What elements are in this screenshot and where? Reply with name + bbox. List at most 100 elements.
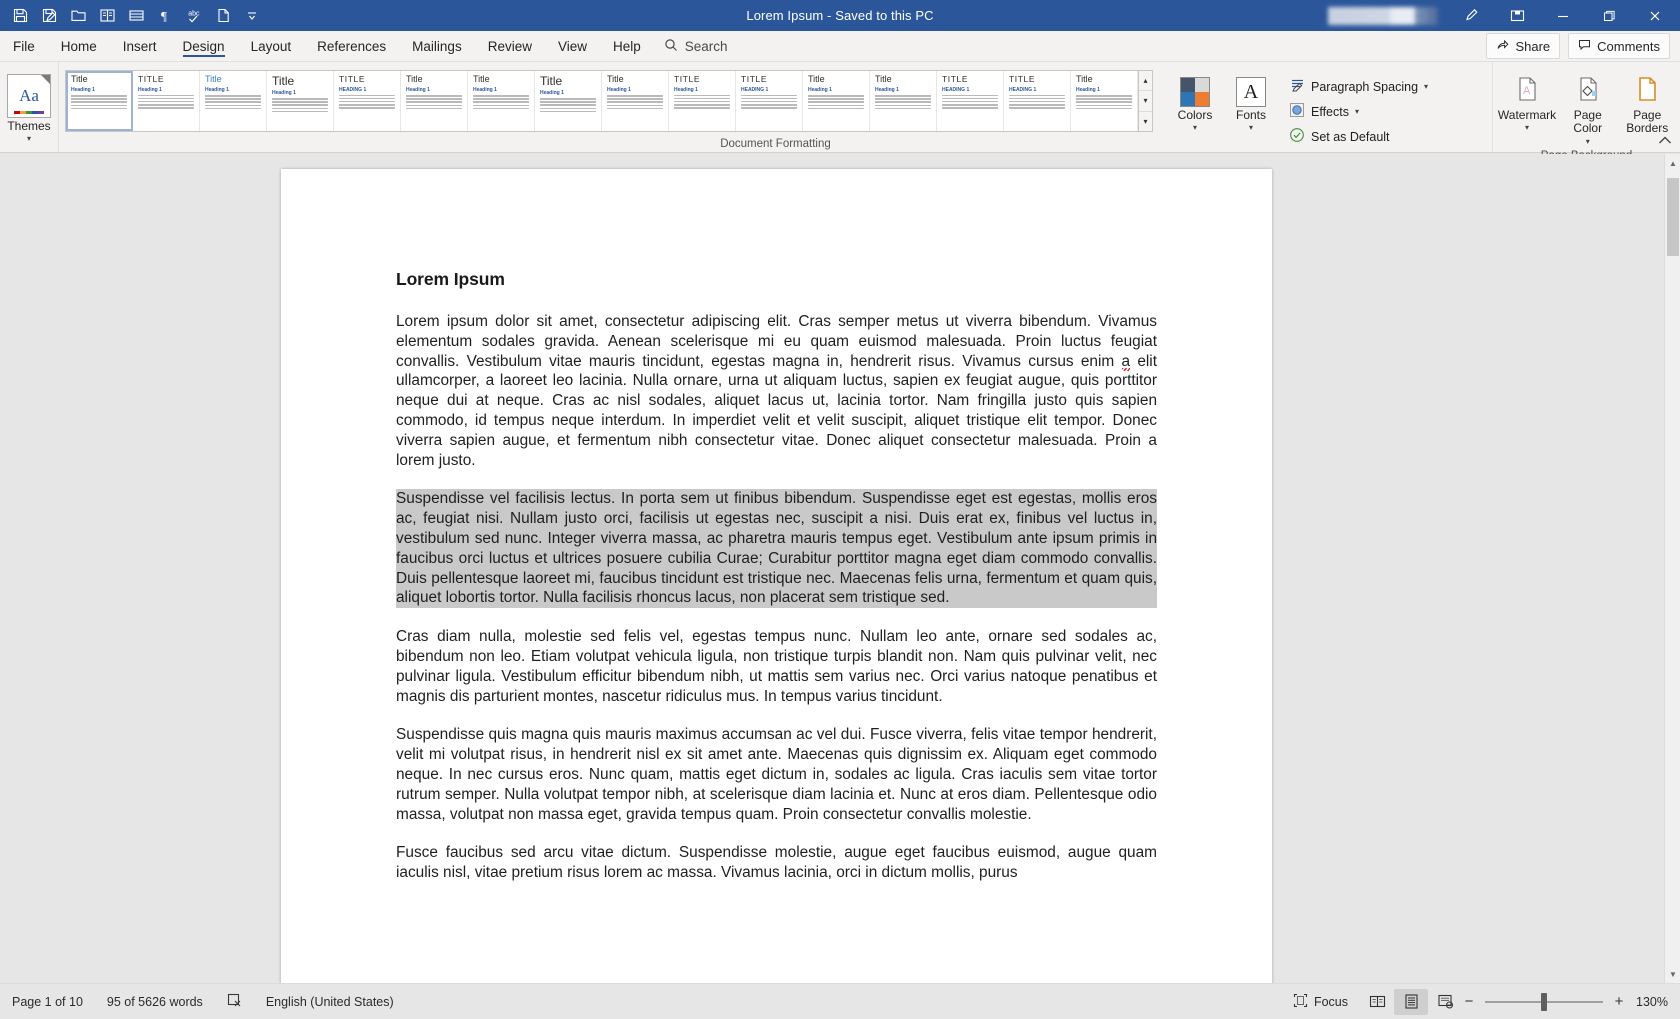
- style-set-preview-lines: [1009, 94, 1065, 109]
- style-set-item[interactable]: Title Heading 1: [200, 71, 267, 131]
- collapse-ribbon-icon[interactable]: [1658, 134, 1672, 148]
- effects-icon: [1289, 102, 1305, 121]
- style-set-item[interactable]: TITLE HEADING 1: [736, 71, 803, 131]
- style-set-item[interactable]: Title Heading 1: [803, 71, 870, 131]
- zoom-in-button[interactable]: +: [1612, 993, 1626, 1010]
- theme-fonts-button[interactable]: A Fonts ▾: [1223, 74, 1279, 134]
- search-box[interactable]: Search: [654, 31, 738, 61]
- document-canvas[interactable]: Lorem Ipsum Lorem ipsum dolor sit amet, …: [0, 154, 1680, 983]
- zoom-out-button[interactable]: −: [1462, 993, 1476, 1010]
- web-layout-view-button[interactable]: [1428, 989, 1462, 1015]
- open-folder-icon[interactable]: [65, 4, 91, 28]
- themes-button[interactable]: Aa Themes ▾: [5, 71, 53, 145]
- tab-review[interactable]: Review: [475, 31, 545, 61]
- document-paragraph[interactable]: Suspendisse quis magna quis mauris maxim…: [396, 725, 1157, 824]
- table-icon[interactable]: [123, 4, 149, 28]
- style-set-item[interactable]: Title Heading 1: [602, 71, 669, 131]
- tab-design[interactable]: Design: [170, 31, 238, 61]
- page-indicator[interactable]: Page 1 of 10: [0, 995, 95, 1009]
- share-button[interactable]: Share: [1486, 33, 1561, 59]
- style-set-item[interactable]: Title Heading 1: [66, 71, 133, 131]
- style-set-item[interactable]: Title Heading 1: [1071, 71, 1138, 131]
- misspelled-word[interactable]: a: [1121, 352, 1131, 373]
- ribbon-display-options-icon[interactable]: [1448, 0, 1494, 31]
- tab-file[interactable]: File: [0, 31, 48, 61]
- gallery-scroll-controls[interactable]: ▴ ▾ ▾: [1139, 70, 1153, 132]
- focus-mode-button[interactable]: Focus: [1281, 993, 1360, 1011]
- style-set-item[interactable]: Title Heading 1: [870, 71, 937, 131]
- restore-button[interactable]: [1586, 0, 1632, 31]
- tab-help[interactable]: Help: [600, 31, 654, 61]
- print-layout-view-button[interactable]: [1394, 988, 1428, 1015]
- document-page[interactable]: Lorem Ipsum Lorem ipsum dolor sit amet, …: [281, 169, 1272, 983]
- tab-mailings[interactable]: Mailings: [399, 31, 475, 61]
- zoom-slider-handle[interactable]: [1541, 992, 1547, 1011]
- gallery-scroll-up-icon[interactable]: ▴: [1139, 71, 1152, 92]
- minimize-button[interactable]: [1540, 0, 1586, 31]
- chevron-down-icon[interactable]: ▾: [1355, 108, 1359, 116]
- autosave-icon[interactable]: [36, 4, 62, 28]
- style-set-title: TITLE: [1009, 74, 1036, 84]
- effects-button[interactable]: Effects ▾: [1285, 99, 1432, 124]
- scroll-up-icon[interactable]: ▲: [1665, 154, 1680, 172]
- chevron-down-icon[interactable]: ▾: [1525, 124, 1529, 132]
- style-set-item[interactable]: TITLE Heading 1: [669, 71, 736, 131]
- quick-access-toolbar: ¶ abc: [0, 4, 265, 28]
- watermark-button[interactable]: A Watermark ▾: [1498, 71, 1556, 134]
- style-set-item[interactable]: TITLE HEADING 1: [334, 71, 401, 131]
- gallery-more-icon[interactable]: ▾: [1139, 112, 1152, 131]
- paragraph-mark-icon[interactable]: ¶: [152, 4, 178, 28]
- chevron-down-icon[interactable]: ▾: [1193, 124, 1197, 132]
- tab-view[interactable]: View: [545, 31, 600, 61]
- document-paragraph[interactable]: Lorem ipsum dolor sit amet, consectetur …: [396, 312, 1157, 470]
- tab-insert[interactable]: Insert: [110, 31, 170, 61]
- read-mode-view-button[interactable]: [1360, 989, 1394, 1015]
- zoom-level-button[interactable]: 130%: [1626, 995, 1668, 1009]
- chevron-down-icon[interactable]: ▾: [1586, 137, 1590, 145]
- page-borders-button[interactable]: Page Borders: [1621, 71, 1675, 139]
- word-count[interactable]: 95 of 5626 words: [95, 995, 215, 1009]
- paragraph-spacing-label: Paragraph Spacing: [1311, 79, 1419, 94]
- style-set-item[interactable]: TITLE Heading 1: [133, 71, 200, 131]
- style-set-heading: HEADING 1: [942, 86, 970, 93]
- tab-references[interactable]: References: [304, 31, 399, 61]
- zoom-slider[interactable]: [1485, 989, 1603, 1015]
- watermark-icon: A: [1512, 74, 1542, 107]
- style-set-gallery[interactable]: Title Heading 1 TITLE Heading 1 Title Heading…: [65, 70, 1139, 132]
- theme-colors-button[interactable]: Colors ▾: [1167, 74, 1223, 134]
- spelling-check-icon[interactable]: abc: [181, 4, 207, 28]
- customize-qat-icon[interactable]: [239, 4, 265, 28]
- save-icon[interactable]: [7, 4, 33, 28]
- style-set-item[interactable]: TITLE HEADING 1: [1004, 71, 1071, 131]
- paragraph-spacing-button[interactable]: Paragraph Spacing ▾: [1285, 74, 1432, 99]
- chevron-down-icon[interactable]: ▾: [1424, 83, 1428, 91]
- style-set-title: Title: [272, 74, 295, 88]
- tab-layout[interactable]: Layout: [238, 31, 305, 61]
- comments-button[interactable]: Comments: [1568, 33, 1670, 59]
- style-set-item[interactable]: Title Heading 1: [267, 71, 334, 131]
- style-set-item[interactable]: Title Heading 1: [468, 71, 535, 131]
- chevron-down-icon[interactable]: ▾: [27, 135, 31, 143]
- scrollbar-thumb[interactable]: [1667, 178, 1679, 256]
- gallery-scroll-down-icon[interactable]: ▾: [1139, 91, 1152, 112]
- document-paragraph[interactable]: Fusce faucibus sed arcu vitae dictum. Su…: [396, 843, 1157, 883]
- language-indicator[interactable]: English (United States): [254, 995, 406, 1009]
- vertical-scrollbar[interactable]: ▲ ▼: [1664, 154, 1680, 983]
- ribbon-display-mode-icon[interactable]: [1494, 0, 1540, 31]
- style-set-item[interactable]: TITLE HEADING 1: [937, 71, 1004, 131]
- proofing-status-button[interactable]: [215, 993, 254, 1011]
- svg-text:¶: ¶: [161, 9, 167, 24]
- document-paragraph-selected[interactable]: Suspendisse vel facilisis lectus. In por…: [396, 489, 1157, 609]
- document-paragraph[interactable]: Cras diam nulla, molestie sed felis vel,…: [396, 627, 1157, 706]
- tab-home[interactable]: Home: [48, 31, 110, 61]
- chevron-down-icon[interactable]: ▾: [1249, 124, 1253, 132]
- new-document-icon[interactable]: [210, 4, 236, 28]
- page-color-button[interactable]: Page Color ▾: [1561, 71, 1615, 148]
- style-set-item[interactable]: Title Heading 1: [401, 71, 468, 131]
- style-set-item[interactable]: Title Heading 1: [535, 71, 602, 131]
- style-set-heading: Heading 1: [205, 87, 229, 93]
- read-mode-icon[interactable]: [94, 4, 120, 28]
- close-button[interactable]: [1632, 0, 1678, 31]
- style-set-title: Title: [540, 74, 563, 88]
- scroll-down-icon[interactable]: ▼: [1665, 965, 1680, 983]
